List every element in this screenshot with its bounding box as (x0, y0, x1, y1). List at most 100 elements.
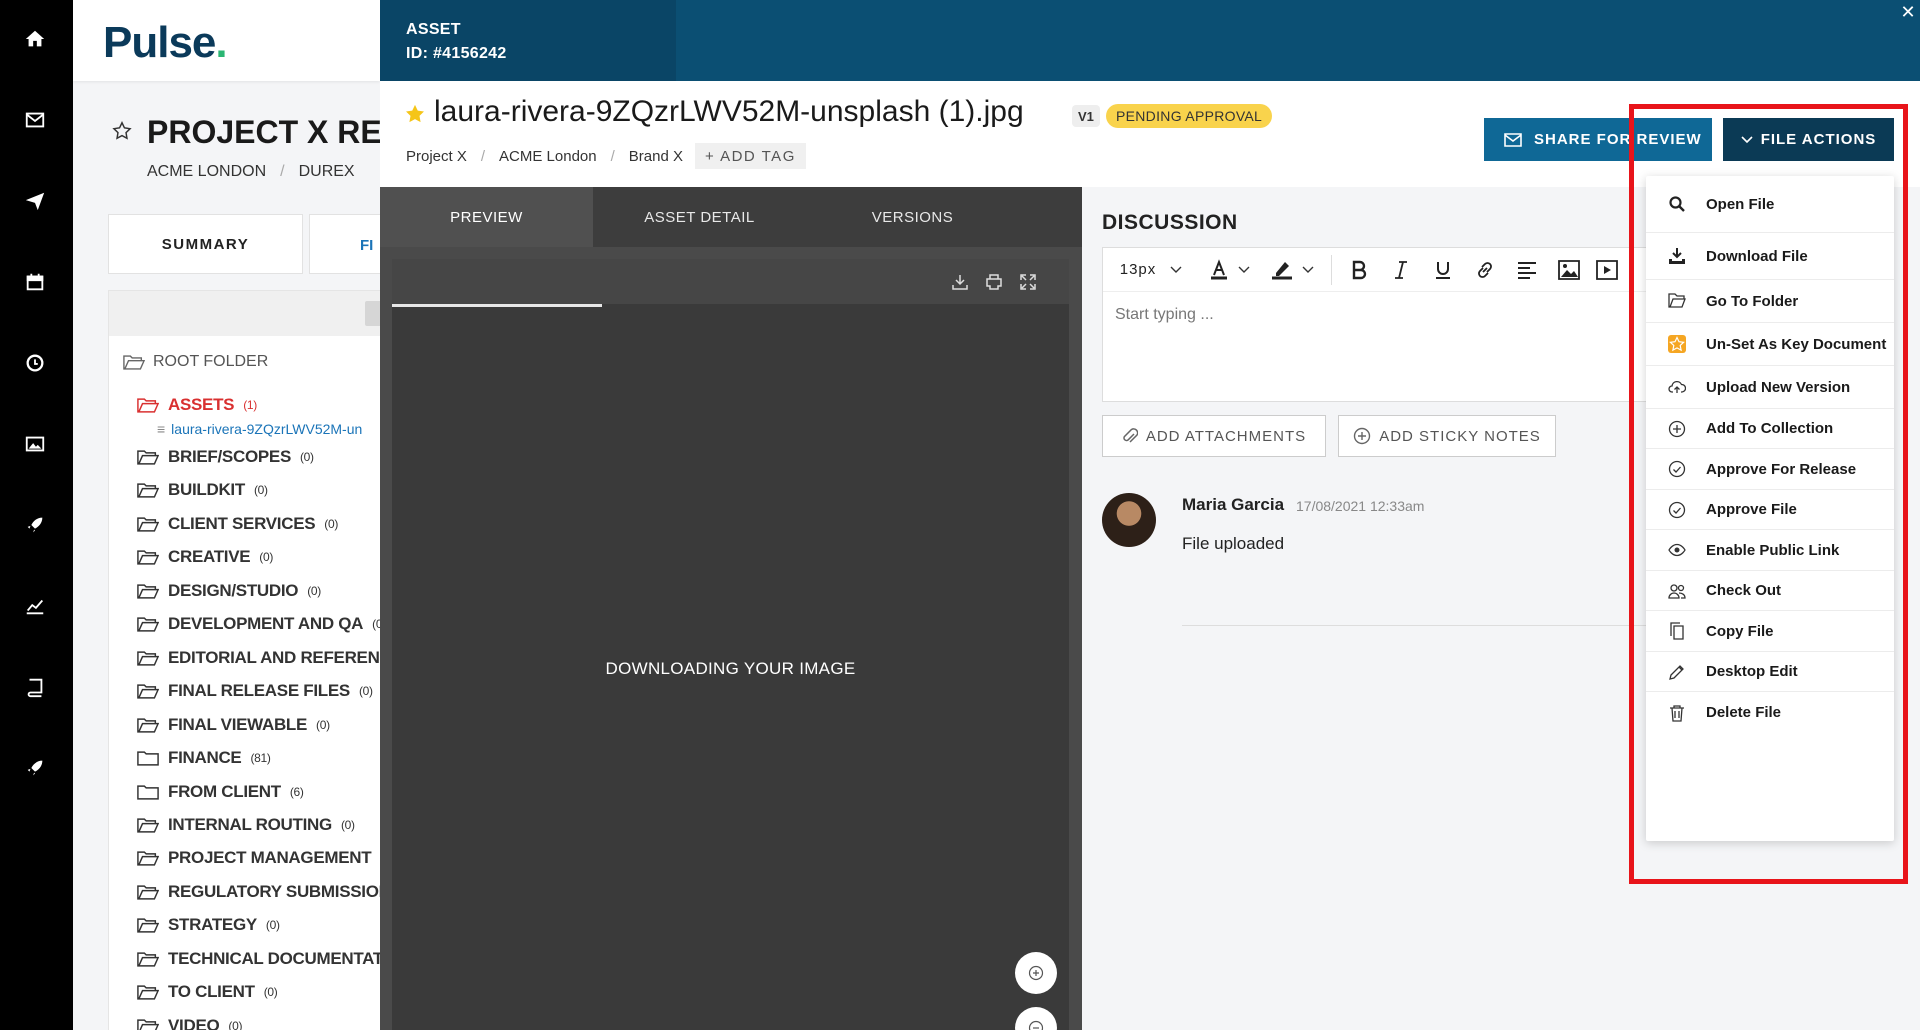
menu-item-check-out[interactable]: Check Out (1646, 571, 1894, 611)
insert-video-button[interactable] (1590, 248, 1624, 292)
tree-folder-item[interactable]: BUILDKIT (0) (137, 480, 268, 500)
tab-preview[interactable]: PREVIEW (380, 187, 593, 247)
menu-item-delete-file[interactable]: Delete File (1646, 692, 1894, 733)
insert-image-button[interactable] (1548, 248, 1590, 292)
tree-folder-item[interactable]: FROM CLIENT (6) (137, 782, 304, 802)
breadcrumb-client[interactable]: ACME LONDON (147, 163, 266, 180)
clock-icon[interactable] (22, 350, 48, 376)
print-icon[interactable] (985, 273, 1003, 291)
folder-open-icon (137, 917, 159, 933)
project-title: PROJECT X RELA (147, 114, 380, 150)
avatar (1102, 493, 1156, 547)
tree-root-folder[interactable]: ROOT FOLDER (123, 353, 268, 371)
tree-folder-item[interactable]: INTERNAL ROUTING (0) (137, 815, 355, 835)
tree-folder-count: (0) (253, 483, 268, 497)
tree-folder-item[interactable]: BRIEF/SCOPES (0) (137, 447, 314, 467)
version-badge: V1 (1072, 105, 1100, 127)
fullscreen-icon[interactable] (1019, 273, 1037, 291)
menu-item-label: Add To Collection (1706, 420, 1834, 437)
tree-folder-item[interactable]: DESIGN/STUDIO (0) (137, 581, 321, 601)
tree-folder-item[interactable]: FINAL RELEASE FILES (0) (137, 681, 373, 701)
favorite-star-icon[interactable] (111, 120, 133, 142)
link-button[interactable] (1464, 248, 1506, 292)
font-size-select[interactable]: 13px (1103, 248, 1199, 292)
rocket-icon-2[interactable] (22, 755, 48, 781)
italic-button[interactable] (1380, 248, 1422, 292)
tree-folder-item[interactable]: CLIENT SERVICES (0) (137, 514, 338, 534)
tree-folder-item[interactable]: TECHNICAL DOCUMENTAT (137, 949, 380, 969)
menu-item-upload-new-version[interactable]: Upload New Version (1646, 366, 1894, 409)
menu-item-enable-public-link[interactable]: Enable Public Link (1646, 530, 1894, 571)
download-icon[interactable] (951, 273, 969, 291)
image-icon[interactable] (22, 431, 48, 457)
tree-folder-count: (6) (289, 785, 304, 799)
menu-item-approve-for-release[interactable]: Approve For Release (1646, 449, 1894, 490)
preview-tabs: PREVIEW ASSET DETAIL VERSIONS (380, 187, 1082, 247)
highlight-color-select[interactable] (1259, 248, 1325, 292)
send-icon[interactable] (22, 188, 48, 214)
add-attachments-button[interactable]: ADD ATTACHMENTS (1102, 415, 1326, 457)
menu-item-add-to-collection[interactable]: Add To Collection (1646, 409, 1894, 449)
tree-folder-item[interactable]: PROJECT MANAGEMENT( (137, 848, 380, 868)
rocket-icon[interactable] (22, 512, 48, 538)
star-icon[interactable] (404, 103, 426, 125)
tree-folder-item[interactable]: VIDEO (0) (137, 1016, 242, 1030)
asset-id-box: ASSET ID: #4156242 (380, 0, 676, 81)
tree-folder-label: EDITORIAL AND REFERENC (168, 648, 380, 667)
file-actions-button[interactable]: FILE ACTIONS (1723, 118, 1894, 161)
menu-item-open-file[interactable]: Open File (1646, 176, 1894, 233)
bold-button[interactable] (1338, 248, 1380, 292)
tab-versions[interactable]: VERSIONS (806, 187, 1019, 247)
calendar-icon[interactable] (22, 269, 48, 295)
comment-input-placeholder[interactable]: Start typing ... (1115, 306, 1214, 324)
close-icon[interactable]: ✕ (1896, 0, 1920, 24)
underline-icon (1436, 261, 1450, 279)
menu-item-desktop-edit[interactable]: Desktop Edit (1646, 652, 1894, 692)
preview-panel: PREVIEW ASSET DETAIL VERSIONS DOWNLOADIN… (380, 187, 1082, 1030)
tree-file-item[interactable]: ≡ laura-rivera-9ZQzrLWV52M-un (157, 421, 362, 437)
breadcrumb-brand[interactable]: Brand X (629, 148, 683, 165)
align-button[interactable] (1506, 248, 1548, 292)
add-sticky-notes-button[interactable]: ADD STICKY NOTES (1338, 415, 1556, 457)
home-icon[interactable] (22, 26, 48, 52)
zoom-out-button[interactable] (1015, 1007, 1057, 1030)
tree-folder-item[interactable]: TO CLIENT (0) (137, 982, 278, 1002)
image-viewer: DOWNLOADING YOUR IMAGE (392, 259, 1069, 1030)
tree-folder-item[interactable]: DEVELOPMENT AND QA (0 (137, 614, 380, 634)
text-color-icon (1211, 258, 1227, 279)
pulse-logo[interactable]: Pulse. (103, 18, 228, 68)
breadcrumb-client[interactable]: ACME London (499, 148, 597, 165)
comment-editor[interactable]: 13px Start typing ... (1102, 247, 1703, 402)
menu-item-go-to-folder[interactable]: Go To Folder (1646, 280, 1894, 323)
menu-item-un-set-as-key-document[interactable]: Un-Set As Key Document (1646, 323, 1894, 366)
add-tag-button[interactable]: + ADD TAG (694, 143, 806, 169)
tab-files[interactable]: FI (309, 214, 380, 274)
share-for-review-button[interactable]: SHARE FOR REVIEW (1484, 118, 1712, 161)
tree-folder-item[interactable]: FINAL VIEWABLE (0) (137, 715, 330, 735)
breadcrumb-brand[interactable]: DUREX (299, 163, 355, 180)
plus-circle-icon (1666, 418, 1688, 440)
tree-folder-item[interactable]: EDITORIAL AND REFERENC (137, 648, 380, 668)
tree-toolbar-button[interactable] (365, 301, 380, 326)
breadcrumb-project[interactable]: Project X (406, 148, 467, 165)
zoom-in-button[interactable] (1015, 952, 1057, 994)
tree-folder-count: (1) (243, 398, 257, 412)
menu-item-copy-file[interactable]: Copy File (1646, 611, 1894, 652)
menu-item-approve-file[interactable]: Approve File (1646, 490, 1894, 530)
underline-button[interactable] (1422, 248, 1464, 292)
tree-folder-label: FINANCE (168, 748, 242, 767)
tab-summary[interactable]: SUMMARY (108, 214, 303, 274)
project-breadcrumb: ACME LONDON / DUREX (147, 163, 355, 180)
tree-folder-item[interactable]: STRATEGY (0) (137, 915, 280, 935)
project-page-background: Pulse. PROJECT X RELA ACME LONDON/DUREX … (73, 0, 380, 1030)
tree-folder-item[interactable]: FINANCE (81) (137, 748, 271, 768)
tree-folder-item[interactable]: REGULATORY SUBMISSION (137, 882, 380, 902)
book-icon[interactable] (22, 674, 48, 700)
text-color-select[interactable] (1199, 248, 1259, 292)
tree-folder-item[interactable]: ASSETS (1) (137, 395, 257, 415)
menu-item-download-file[interactable]: Download File (1646, 233, 1894, 280)
mail-icon[interactable] (22, 107, 48, 133)
tab-asset-detail[interactable]: ASSET DETAIL (593, 187, 806, 247)
tree-folder-item[interactable]: CREATIVE (0) (137, 547, 273, 567)
chart-icon[interactable] (22, 593, 48, 619)
